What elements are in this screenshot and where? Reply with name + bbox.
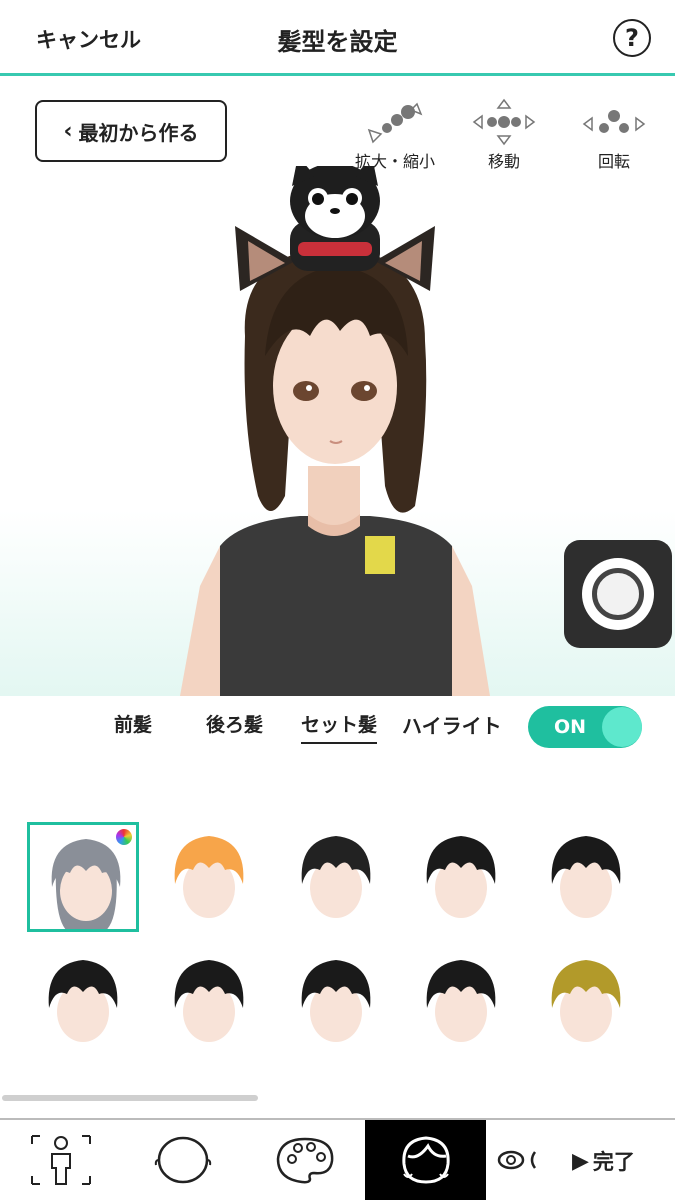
bottom-navigation: ▶ 完了 bbox=[0, 1118, 675, 1200]
nav-eye-button[interactable] bbox=[490, 1120, 550, 1200]
header-bar: キャンセル 髪型を設定 ? bbox=[0, 0, 675, 76]
tab-set-hair[interactable]: セット髪 bbox=[301, 710, 378, 744]
avatar-illustration bbox=[180, 166, 490, 696]
nav-hair-button[interactable] bbox=[365, 1120, 486, 1200]
move-icon bbox=[472, 98, 536, 146]
hairstyle-option[interactable] bbox=[655, 822, 675, 932]
help-button[interactable]: ? bbox=[613, 19, 651, 57]
camera-shutter-button[interactable] bbox=[564, 540, 672, 648]
highlight-label: ハイライト bbox=[402, 714, 502, 738]
camera-shutter-icon bbox=[582, 558, 654, 630]
move-label: 移動 bbox=[487, 152, 520, 171]
horizontal-scrollbar[interactable] bbox=[2, 1095, 258, 1101]
color-palette-icon bbox=[116, 829, 132, 845]
avatar-preview-stage[interactable]: ‹ 最初から作る 拡大・縮小 移動 回転 bbox=[0, 76, 675, 696]
hair-icon bbox=[401, 1136, 450, 1184]
hairstyle-option[interactable] bbox=[280, 946, 392, 1056]
play-icon: ▶ bbox=[572, 1148, 589, 1174]
chevron-left-icon: ‹ bbox=[63, 118, 73, 144]
restart-button[interactable]: ‹ 最初から作る bbox=[35, 100, 227, 162]
hairstyle-option[interactable] bbox=[153, 822, 265, 932]
highlight-toggle[interactable]: ON bbox=[528, 706, 642, 748]
hairstyle-option[interactable] bbox=[153, 946, 265, 1056]
zoom-label: 拡大・縮小 bbox=[354, 152, 435, 171]
rotate-control[interactable]: 回転 bbox=[559, 98, 669, 172]
palette-icon bbox=[276, 1137, 333, 1184]
nav-color-button[interactable] bbox=[244, 1120, 365, 1200]
done-button[interactable]: ▶ 完了 bbox=[572, 1146, 635, 1176]
tab-front-hair[interactable]: 前髪 bbox=[114, 710, 152, 737]
toggle-label: ON bbox=[554, 716, 587, 738]
page-title: 髪型を設定 bbox=[277, 28, 398, 56]
nav-body-button[interactable] bbox=[0, 1120, 121, 1200]
hairstyle-option[interactable] bbox=[655, 946, 675, 1056]
tab-back-hair[interactable]: 後ろ髪 bbox=[206, 710, 263, 737]
rotate-label: 回転 bbox=[597, 152, 630, 171]
hairstyle-option[interactable] bbox=[530, 946, 642, 1056]
hairstyle-option[interactable] bbox=[530, 822, 642, 932]
face-icon bbox=[154, 1136, 211, 1184]
zoom-icon bbox=[367, 102, 423, 144]
body-icon bbox=[30, 1135, 91, 1185]
restart-label: 最初から作る bbox=[78, 120, 199, 145]
hairstyle-option[interactable] bbox=[405, 946, 517, 1056]
move-control[interactable]: 移動 bbox=[449, 98, 559, 172]
hairstyle-option[interactable] bbox=[27, 946, 139, 1056]
hairstyle-option[interactable] bbox=[280, 822, 392, 932]
toggle-knob bbox=[602, 707, 642, 747]
zoom-control[interactable]: 拡大・縮小 bbox=[340, 98, 450, 172]
rotate-icon bbox=[582, 110, 646, 133]
hairstyle-option[interactable] bbox=[405, 822, 517, 932]
eye-icon bbox=[497, 1150, 537, 1170]
hairstyle-option[interactable] bbox=[27, 822, 139, 932]
nav-face-button[interactable] bbox=[122, 1120, 243, 1200]
done-label: 完了 bbox=[592, 1150, 635, 1174]
